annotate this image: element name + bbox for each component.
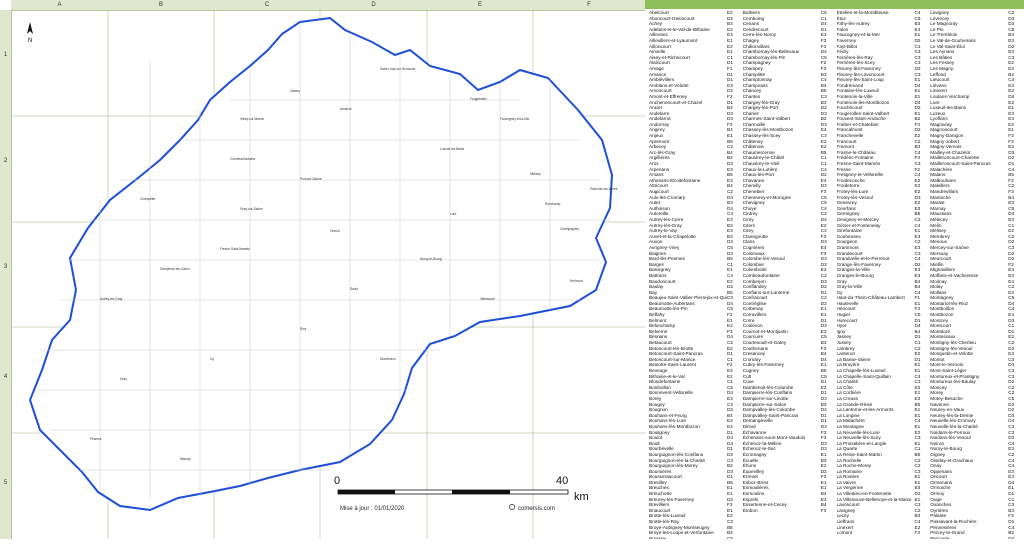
commune-label: Autrey-lès-Gray xyxy=(100,297,123,301)
grid-row-header: 2 xyxy=(0,116,12,222)
grid-reference: F3 xyxy=(914,530,920,536)
index-row: Lomont F3 xyxy=(837,530,931,536)
index-column: Abelcourt E2 Aboncourt-Gesincourt D2 Achey B3… xyxy=(649,10,743,539)
scale-unit: km xyxy=(574,491,589,503)
commune-label: Port-sur-Saône xyxy=(300,177,322,181)
grid-row-header: 3 xyxy=(0,222,12,327)
grid-row-header: 4 xyxy=(0,327,12,433)
commune-label: Vitrey-sur-Mance xyxy=(240,117,264,121)
commune-label: Combeaufontaine xyxy=(230,157,255,161)
commune-label: Montbozon xyxy=(380,357,396,361)
commune-label: Marnay xyxy=(180,457,191,461)
index-columns: Abelcourt E2 Aboncourt-Gesincourt D2 Achey B3… xyxy=(649,10,1024,539)
commune-label: Plancher-les-Mines xyxy=(590,187,618,191)
commune-label: Amance xyxy=(340,107,352,111)
update-date: Mise à jour : 01/01/2020 xyxy=(340,506,405,512)
commune-label: Luxeuil-les-Bains xyxy=(440,147,465,151)
index-row: Étobon F3 xyxy=(743,508,837,514)
commune-label: Villersexel xyxy=(480,297,495,301)
commune-label: Héricourt xyxy=(570,279,583,283)
commune-label: Saint-Loup-sur-Semouse xyxy=(380,67,416,71)
north-label: N xyxy=(28,38,32,44)
commune-label: Dampierre-sur-Salon xyxy=(160,267,190,271)
grid-reference: F3 xyxy=(820,507,827,513)
commune-label: Vesoul xyxy=(330,229,340,233)
commune-label: Jussey xyxy=(290,89,300,93)
commune-label: Saulx xyxy=(350,287,358,291)
index-column: Étrelles-et-la-Montbleuse C4 Étuz C5 Fahy-lè… xyxy=(837,10,931,539)
scale-start: 0 xyxy=(334,475,340,487)
map-panel: Vesoul Lure Gray Luxeuil-les-Bains Héric… xyxy=(0,0,645,539)
commune-label: Lure xyxy=(450,212,457,216)
grid-col-header: C xyxy=(214,0,320,11)
commune-label: Rioz xyxy=(300,327,307,331)
scale-bar: 0 40 km Mise à jour : 01/01/2020 comersi… xyxy=(334,475,589,512)
commune-label: Champlitte xyxy=(140,197,155,201)
grid-row-header: 1 xyxy=(0,10,12,116)
index-header-bar xyxy=(645,0,1024,9)
commune-name: Lomont xyxy=(836,530,853,536)
grid-col-header: A xyxy=(11,0,108,11)
commune-label: Fougerolles xyxy=(470,97,487,101)
commune-label: Mélisey xyxy=(530,172,541,176)
commune-label: Scey-sur-Saône xyxy=(240,207,263,211)
index-column: Lavigney C2 Lévrecey D3 Le Magnoray D3 Le Pin C… xyxy=(930,10,1024,539)
index-column: Buthiers C5 Cemboing C1 Cenans D4 Cendrecourt D… xyxy=(743,10,837,539)
department-outline xyxy=(28,16,614,512)
commune-label: Fresne-Saint-Mamès xyxy=(220,247,250,251)
grid-col-header: D xyxy=(320,0,427,11)
copyright-icon xyxy=(509,504,515,510)
commune-label: Gray xyxy=(120,377,127,381)
commune-label: Pesmes xyxy=(90,437,102,441)
grid-col-header: B xyxy=(108,0,214,11)
commune-index: Abelcourt E2 Aboncourt-Gesincourt D2 Achey B3… xyxy=(645,0,1024,539)
commune-label: Noroy-le-Bourg xyxy=(420,257,442,261)
credit-text: comersis.com xyxy=(518,506,555,512)
grid-col-header: F xyxy=(533,0,645,11)
commune-label: Faucogney-et-la-Mer xyxy=(500,117,531,121)
commune-label: Ronchamp xyxy=(545,202,561,206)
map-svg: Vesoul Lure Gray Luxeuil-les-Bains Héric… xyxy=(11,9,645,539)
commune-label: Gy xyxy=(210,357,214,361)
commune-name: Étobon xyxy=(742,507,758,513)
grid-row-header: 5 xyxy=(0,433,12,539)
north-arrow-icon: N xyxy=(27,22,33,44)
grid-col-header: E xyxy=(427,0,533,11)
commune-label: Champagney xyxy=(560,227,579,231)
scale-end: 40 xyxy=(556,475,568,487)
